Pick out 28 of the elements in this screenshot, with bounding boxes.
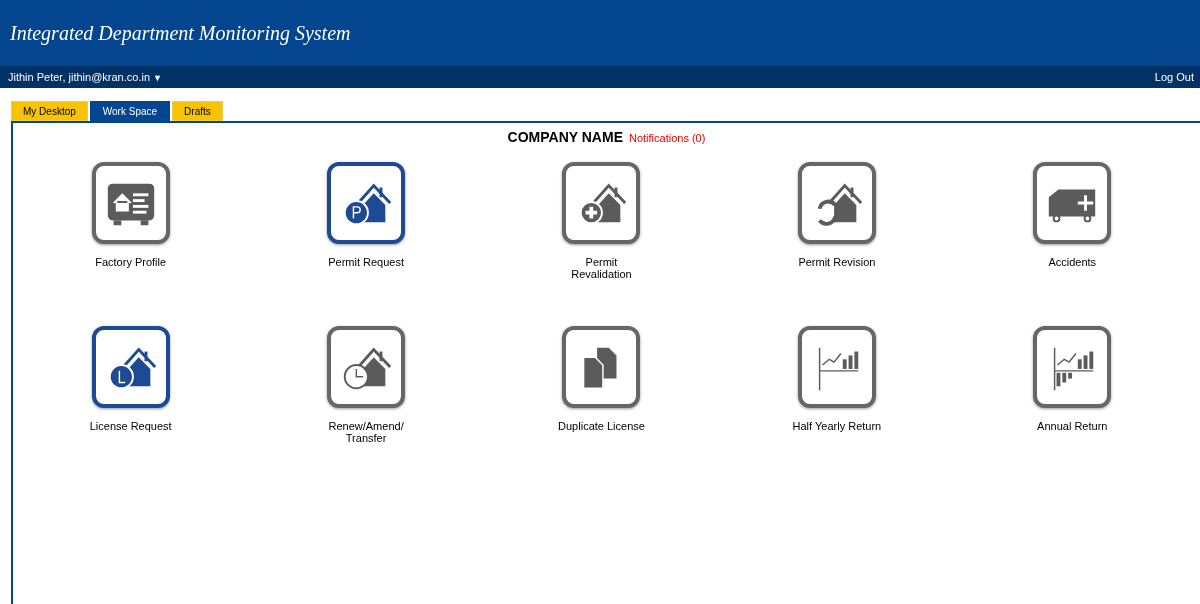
tile-label: Permit Revision bbox=[797, 256, 877, 268]
tile-button[interactable] bbox=[797, 326, 876, 408]
tile-button[interactable] bbox=[562, 162, 641, 244]
tile-label: Accidents bbox=[1047, 256, 1098, 268]
tab[interactable]: My Desktop bbox=[11, 101, 88, 121]
app-title: Integrated Department Monitoring System bbox=[10, 21, 351, 45]
tile-label: Renew/Amend/ Transfer bbox=[327, 420, 405, 444]
tile-button[interactable] bbox=[327, 326, 406, 408]
logout-link[interactable]: Log Out bbox=[1154, 71, 1194, 83]
tile-label: Factory Profile bbox=[94, 256, 168, 268]
tile-button[interactable] bbox=[562, 326, 641, 408]
company-name: COMPANY NAME bbox=[507, 129, 623, 145]
notifications-link[interactable]: Notifications (0) bbox=[629, 132, 706, 144]
tile-label: Permit Revalidation bbox=[570, 256, 633, 280]
tile-label: Annual Return bbox=[1036, 420, 1109, 432]
tile-button[interactable] bbox=[91, 326, 170, 408]
tile-button[interactable] bbox=[1033, 326, 1112, 408]
tile-label: Permit Request bbox=[327, 256, 405, 268]
tile-button[interactable] bbox=[1033, 162, 1112, 244]
tile-button[interactable] bbox=[327, 162, 406, 244]
tab[interactable]: Work Space bbox=[89, 101, 171, 121]
tile-button[interactable] bbox=[797, 162, 876, 244]
tile-label: License Request bbox=[88, 420, 173, 432]
tab[interactable]: Drafts bbox=[172, 101, 223, 121]
user-menu[interactable]: Jithin Peter, jithin@kran.co.in ▼ bbox=[8, 71, 162, 83]
tile-label: Duplicate License bbox=[557, 420, 646, 432]
tile-label: Half Yearly Return bbox=[791, 420, 882, 432]
tile-button[interactable] bbox=[91, 162, 170, 244]
